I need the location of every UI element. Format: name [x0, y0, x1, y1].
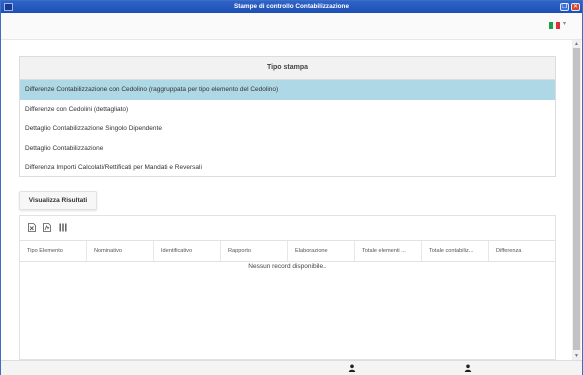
- restore-window-button[interactable]: ❐: [560, 3, 569, 11]
- report-option-differenze-dettagliato[interactable]: Differenze con Cedolini (dettagliato): [20, 100, 555, 120]
- column-header-totale-elementi[interactable]: Totale elementi ...: [355, 241, 422, 261]
- user-icon[interactable]: [464, 364, 472, 372]
- title-bar[interactable]: Stampe di controllo Contabilizzazione ❐ …: [1, 1, 582, 13]
- column-header-identificativo[interactable]: Identificativo: [154, 241, 221, 261]
- user-icon[interactable]: [348, 364, 356, 372]
- report-option-differenza-importi[interactable]: Differenza Importi Calcolati/Rettificati…: [20, 158, 555, 178]
- excel-export-icon[interactable]: [28, 223, 36, 232]
- chevron-down-icon[interactable]: ▾: [563, 20, 566, 27]
- status-bar: [1, 360, 582, 375]
- window-title: Stampe di controllo Contabilizzazione: [233, 3, 350, 10]
- pdf-export-icon[interactable]: [43, 223, 51, 232]
- scrollbar-thumb[interactable]: [573, 48, 580, 350]
- grid-header-row: Tipo Elemento Nominativo Identificativo …: [20, 240, 555, 262]
- column-header-nominativo[interactable]: Nominativo: [87, 241, 154, 261]
- show-results-button[interactable]: Visualizza Risultati: [19, 191, 97, 210]
- column-header-rapporto[interactable]: Rapporto: [221, 241, 288, 261]
- columns-icon[interactable]: [59, 223, 67, 232]
- column-header-differenza[interactable]: Differenza: [489, 241, 555, 261]
- grid-toolbar: [20, 216, 555, 239]
- close-window-button[interactable]: ✕: [571, 3, 580, 11]
- vertical-scrollbar[interactable]: ▲ ▼: [572, 40, 581, 360]
- report-option-dettaglio-singolo-dipendente[interactable]: Dettaglio Contabilizzazione Singolo Dipe…: [20, 119, 555, 139]
- column-header-elaborazione[interactable]: Elaborazione: [288, 241, 355, 261]
- report-type-panel: Tipo stampa Differenze Contabilizzazione…: [19, 56, 556, 177]
- scroll-down-icon[interactable]: ▼: [572, 352, 581, 360]
- italian-flag-icon[interactable]: [549, 22, 561, 29]
- scroll-up-icon[interactable]: ▲: [572, 40, 581, 48]
- results-grid: Tipo Elemento Nominativo Identificativo …: [19, 215, 556, 360]
- column-header-totale-contabilizzato[interactable]: Totale contabiliz...: [422, 241, 489, 261]
- report-option-dettaglio-contabilizzazione[interactable]: Dettaglio Contabilizzazione: [20, 139, 555, 159]
- report-type-header: Tipo stampa: [20, 57, 555, 80]
- report-option-differenze-raggruppata[interactable]: Differenze Contabilizzazione con Cedolin…: [20, 80, 555, 100]
- app-bar: ▾: [1, 13, 582, 40]
- empty-grid-message: Nessun record disponibile..: [248, 263, 327, 270]
- app-window: Stampe di controllo Contabilizzazione ❐ …: [0, 0, 583, 375]
- column-header-tipo-elemento[interactable]: Tipo Elemento: [20, 241, 87, 261]
